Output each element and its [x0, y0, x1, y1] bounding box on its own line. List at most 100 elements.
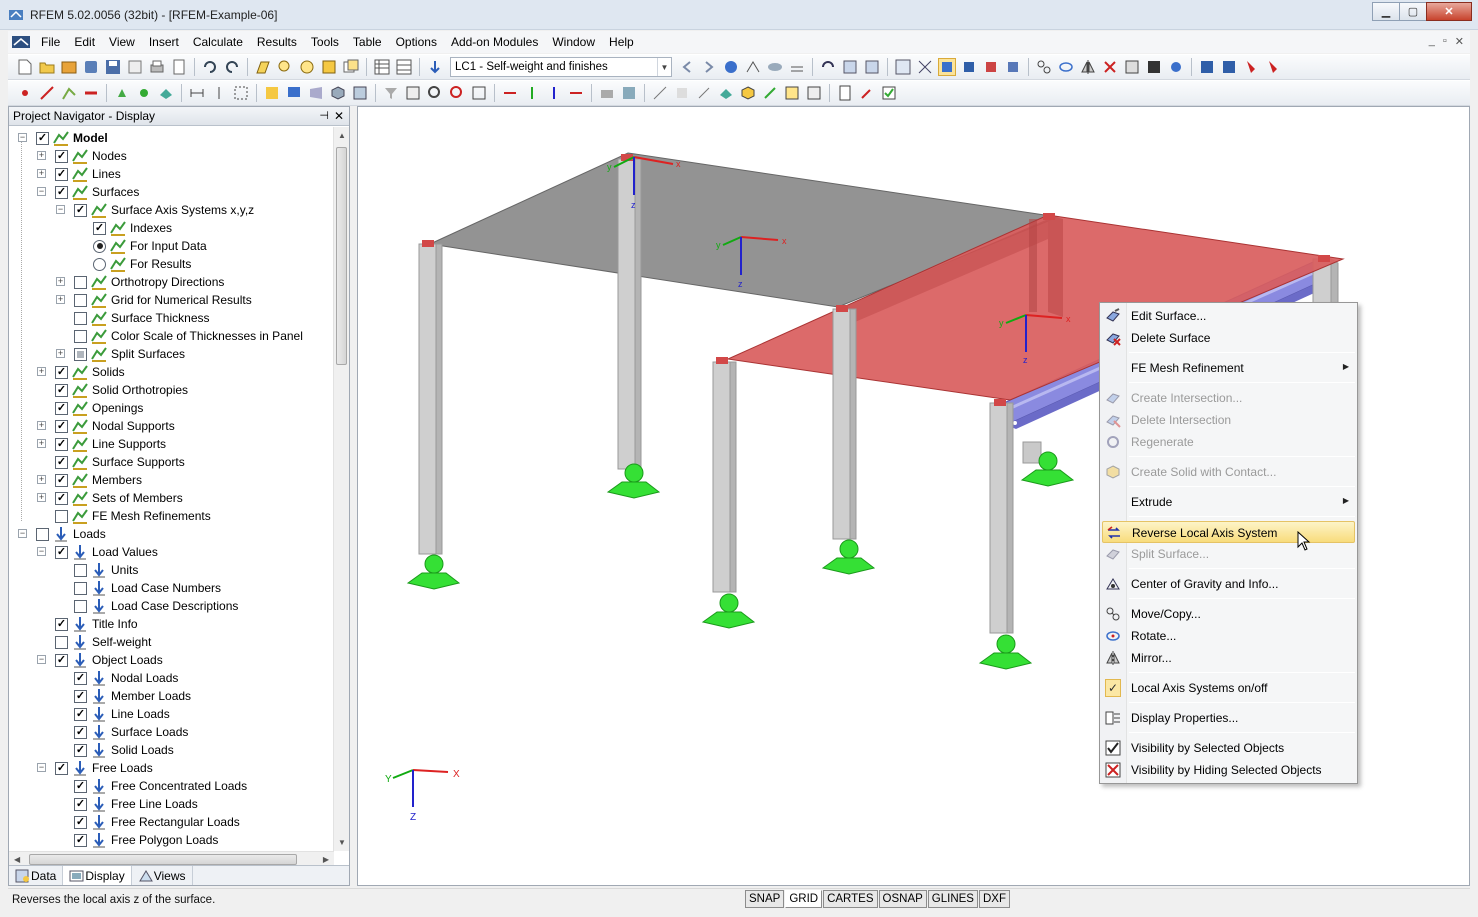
snap-icon[interactable] [673, 84, 691, 102]
menu-edit[interactable]: Edit [67, 31, 102, 53]
checkbox[interactable]: ✓ [74, 780, 87, 793]
checkbox[interactable]: ✓ [55, 366, 68, 379]
move-icon[interactable] [1035, 58, 1053, 76]
expand-icon[interactable]: + [37, 475, 46, 484]
axis-minus-x-icon[interactable] [567, 84, 585, 102]
menu-item-visibility-by-hiding-selected-objects[interactable]: Visibility by Hiding Selected Objects [1102, 759, 1355, 781]
tab-views[interactable]: Views [132, 866, 193, 885]
radio-button[interactable] [93, 240, 106, 253]
tree-item[interactable]: ✓Free Line Loads [74, 795, 198, 813]
checkbox[interactable]: ✓ [74, 708, 87, 721]
collapse-icon[interactable]: − [37, 655, 46, 664]
settings-icon[interactable] [1167, 58, 1185, 76]
tree-item[interactable]: Load Case Numbers [74, 579, 221, 597]
checkbox[interactable] [55, 510, 68, 523]
tree-item[interactable]: ✓Indexes [93, 219, 172, 237]
tree-item[interactable]: ✓Free Polygon Loads [74, 831, 218, 849]
tree-item[interactable]: +✓Sets of Members [55, 489, 183, 507]
support-icon[interactable] [113, 84, 131, 102]
menu-file[interactable]: File [34, 31, 67, 53]
render-icon[interactable] [263, 84, 281, 102]
tree-item[interactable]: ✓Member Loads [74, 687, 191, 705]
menu-window[interactable]: Window [545, 31, 602, 53]
checkbox[interactable]: ✓ [55, 654, 68, 667]
collapse-icon[interactable]: − [56, 205, 65, 214]
tab-data[interactable]: Data [9, 866, 63, 885]
load-case-icon[interactable] [426, 58, 444, 76]
status-button-dxf[interactable]: DXF [979, 890, 1010, 908]
menu-item-edit-surface[interactable]: Edit Surface... [1102, 305, 1355, 327]
show-results-icon[interactable] [766, 58, 784, 76]
checkbox[interactable]: ✓ [55, 420, 68, 433]
tree-item[interactable]: ✓Title Info [55, 615, 138, 633]
max-values-icon[interactable] [744, 58, 762, 76]
tree-item[interactable]: +✓Line Supports [55, 435, 166, 453]
model-data-icon[interactable] [320, 58, 338, 76]
expand-icon[interactable]: + [56, 349, 65, 358]
hinge-icon[interactable] [135, 84, 153, 102]
nodal-supports[interactable] [408, 452, 1073, 669]
status-button-grid[interactable]: GRID [785, 890, 822, 908]
tab-display[interactable]: Display [63, 866, 131, 885]
solid-icon[interactable] [739, 84, 757, 102]
checkbox[interactable]: ✓ [74, 690, 87, 703]
tree-item[interactable]: −Loads [36, 525, 106, 543]
tree-item[interactable]: Surface Thickness [74, 309, 210, 327]
chevron-down-icon[interactable]: ▼ [657, 58, 671, 76]
checkbox[interactable]: ✓ [55, 168, 68, 181]
menu-results[interactable]: Results [250, 31, 304, 53]
tree-item[interactable]: Load Case Descriptions [74, 597, 238, 615]
checkbox[interactable]: ✓ [55, 618, 68, 631]
select-member-icon[interactable] [960, 58, 978, 76]
results-icon[interactable] [722, 58, 740, 76]
checkbox[interactable]: ✓ [74, 834, 87, 847]
view-y-icon[interactable] [863, 58, 881, 76]
checkbox[interactable]: ✓ [55, 150, 68, 163]
zoom-all-icon[interactable] [470, 84, 488, 102]
save-icon[interactable] [104, 58, 122, 76]
new-file-icon[interactable] [16, 58, 34, 76]
checkbox[interactable]: ✓ [55, 456, 68, 469]
expand-icon[interactable]: + [37, 421, 46, 430]
document-icon[interactable] [8, 33, 34, 51]
tree-item[interactable]: ✓Free Rectangular Loads [74, 813, 240, 831]
status-button-osnap[interactable]: OSNAP [879, 890, 927, 908]
collapse-icon[interactable]: − [37, 763, 46, 772]
radio-button[interactable] [93, 258, 106, 271]
menu-table[interactable]: Table [346, 31, 389, 53]
checkbox[interactable]: ✓ [74, 726, 87, 739]
zoom-window-icon[interactable] [448, 84, 466, 102]
expand-icon[interactable]: + [37, 493, 46, 502]
checkbox[interactable] [55, 636, 68, 649]
zoom-icon[interactable] [426, 84, 444, 102]
mdi-restore-button[interactable]: ▫ [1443, 35, 1447, 48]
checkbox[interactable] [36, 528, 49, 541]
checkbox[interactable] [74, 348, 87, 361]
print-icon[interactable] [148, 58, 166, 76]
tree-item[interactable]: ✓Nodal Loads [74, 669, 178, 687]
find-icon[interactable] [298, 58, 316, 76]
visibility-check-icon[interactable] [880, 84, 898, 102]
edit-model-icon[interactable] [254, 58, 272, 76]
export-icon[interactable] [1198, 58, 1216, 76]
expand-icon[interactable]: + [56, 295, 65, 304]
select-active-icon[interactable] [938, 58, 956, 76]
checkbox[interactable] [74, 330, 87, 343]
minimize-button[interactable]: ▁ [1372, 2, 1400, 21]
menu-insert[interactable]: Insert [142, 31, 186, 53]
select-solid-icon[interactable] [1004, 58, 1022, 76]
select-cross-icon[interactable] [916, 58, 934, 76]
checkbox[interactable]: ✓ [74, 816, 87, 829]
status-button-glines[interactable]: GLINES [928, 890, 978, 908]
checkbox[interactable]: ✓ [55, 474, 68, 487]
tools-icon[interactable] [858, 84, 876, 102]
delete-icon[interactable] [1101, 58, 1119, 76]
menu-item-create-solid-with-contact[interactable]: Create Solid with Contact... [1102, 461, 1355, 483]
load-icon[interactable] [1242, 58, 1260, 76]
tree-item[interactable]: Color Scale of Thicknesses in Panel [74, 327, 303, 345]
scrollbar-thumb[interactable] [29, 854, 297, 865]
menu-item-display-properties[interactable]: Display Properties... [1102, 707, 1355, 729]
select-grid-icon[interactable] [894, 58, 912, 76]
open-project-icon[interactable] [60, 58, 78, 76]
tree-item[interactable]: −✓Surface Axis Systems x,y,z [74, 201, 254, 219]
